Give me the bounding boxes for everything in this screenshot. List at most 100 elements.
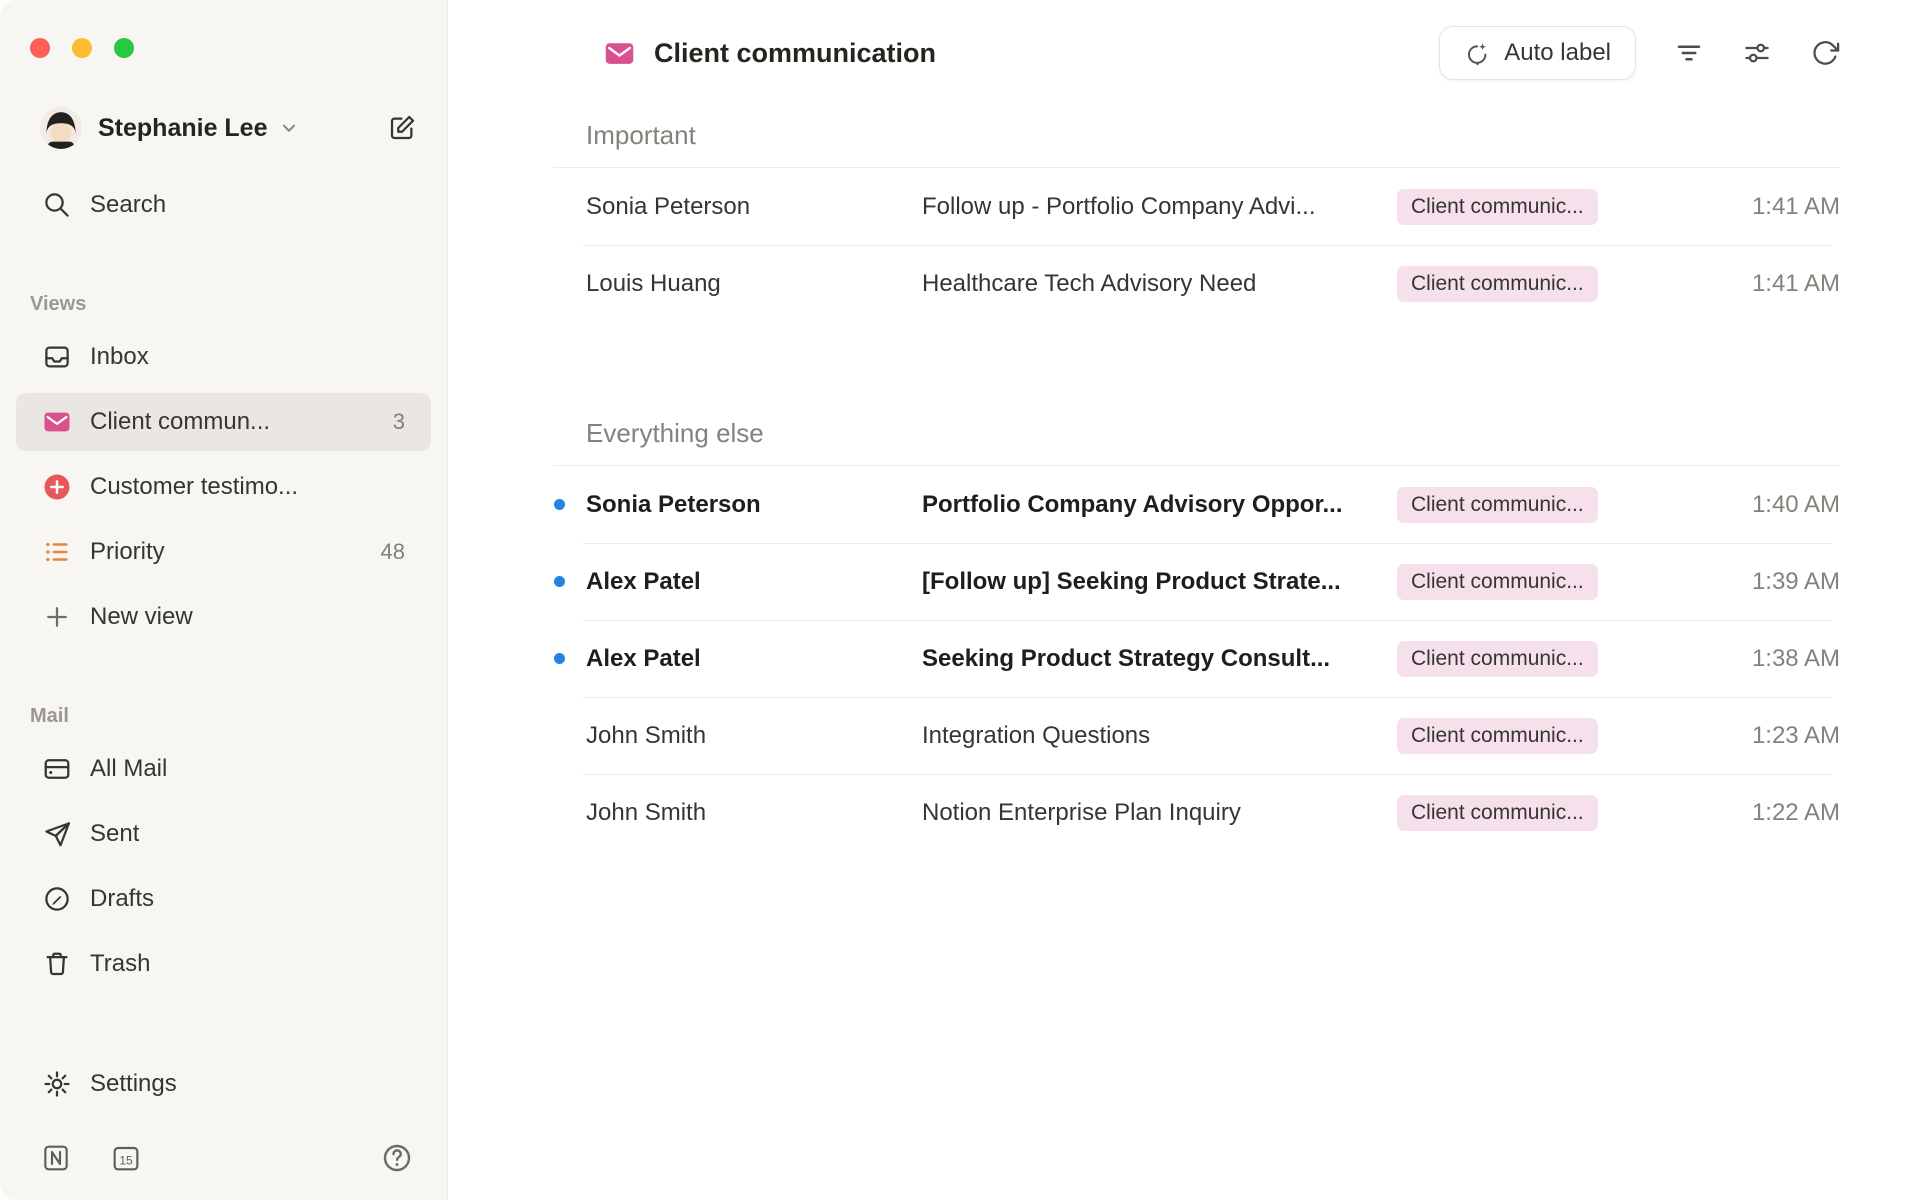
zoom-window-button[interactable] — [114, 38, 134, 58]
close-window-button[interactable] — [30, 38, 50, 58]
unread-dot — [554, 576, 565, 587]
trash-icon — [42, 949, 72, 979]
unread-dot — [554, 653, 565, 664]
email-row[interactable]: Alex Patel [Follow up] Seeking Product S… — [553, 543, 1840, 620]
email-subject: Notion Enterprise Plan Inquiry — [922, 799, 1397, 827]
priority-list-icon — [42, 537, 72, 567]
email-row[interactable]: Sonia Peterson Follow up - Portfolio Com… — [553, 168, 1840, 245]
display-settings-button[interactable] — [1742, 38, 1772, 68]
sidebar-item-drafts[interactable]: Drafts — [16, 870, 431, 928]
sidebar-item-trash[interactable]: Trash — [16, 935, 431, 993]
all-mail-icon — [42, 754, 72, 784]
label-badge[interactable]: Client communic... — [1397, 564, 1598, 600]
email-time: 1:41 AM — [1655, 270, 1840, 298]
email-row[interactable]: Sonia Peterson Portfolio Company Advisor… — [553, 466, 1840, 543]
sidebar-item-all-mail[interactable]: All Mail — [16, 740, 431, 798]
drafts-icon — [42, 884, 72, 914]
app-window: Stephanie Lee Search Views — [0, 0, 1920, 1200]
email-time: 1:22 AM — [1655, 799, 1840, 827]
email-row[interactable]: John Smith Integration Questions Client … — [553, 697, 1840, 774]
email-subject: [Follow up] Seeking Product Strate... — [922, 568, 1397, 596]
unread-dot — [554, 499, 565, 510]
email-subject: Seeking Product Strategy Consult... — [922, 645, 1397, 673]
label-badge[interactable]: Client communic... — [1397, 487, 1598, 523]
email-subject: Follow up - Portfolio Company Advi... — [922, 193, 1397, 221]
sidebar: Stephanie Lee Search Views — [0, 0, 448, 1200]
sidebar-item-client-communication[interactable]: Client commun... 3 — [16, 393, 431, 451]
sidebar-item-settings[interactable]: Settings — [16, 1055, 431, 1113]
email-sender: Alex Patel — [586, 645, 922, 673]
priority-count-badge: 48 — [369, 539, 405, 565]
email-time: 1:40 AM — [1655, 491, 1840, 519]
sidebar-item-inbox[interactable]: Inbox — [16, 328, 431, 386]
send-icon — [42, 819, 72, 849]
compose-button[interactable] — [383, 109, 421, 147]
chevron-down-icon — [278, 117, 300, 139]
filter-button[interactable] — [1674, 38, 1704, 68]
sidebar-item-label: Trash — [90, 950, 150, 978]
mail-icon — [603, 37, 636, 70]
notion-logo-icon[interactable] — [40, 1142, 72, 1174]
unread-count-badge: 3 — [381, 409, 405, 435]
label-badge[interactable]: Client communic... — [1397, 641, 1598, 677]
sidebar-item-label: New view — [90, 603, 193, 631]
email-sender: Sonia Peterson — [586, 491, 922, 519]
sidebar-section-views: Views — [30, 293, 431, 316]
mail-list-panel: Client communication Auto label — [448, 0, 1920, 1200]
page-title: Client communication — [654, 38, 936, 69]
sidebar-section-mail: Mail — [30, 705, 431, 728]
view-header: Client communication Auto label — [553, 26, 1840, 80]
unread-indicator — [553, 653, 586, 664]
email-time: 1:41 AM — [1655, 193, 1840, 221]
unread-indicator — [553, 499, 586, 510]
filter-lines-icon — [1674, 38, 1704, 68]
sidebar-item-search[interactable]: Search — [16, 176, 431, 234]
svg-text:15: 15 — [119, 1154, 133, 1168]
section-title: Important — [586, 120, 1840, 151]
email-time: 1:39 AM — [1655, 568, 1840, 596]
sidebar-item-new-view[interactable]: New view — [16, 588, 431, 646]
email-section-important: Important Sonia Peterson Follow up - Por… — [553, 80, 1840, 322]
email-subject: Portfolio Company Advisory Oppor... — [922, 491, 1397, 519]
refresh-icon — [1810, 38, 1840, 68]
auto-label-button[interactable]: Auto label — [1439, 26, 1636, 80]
sidebar-item-label: Settings — [90, 1070, 177, 1098]
sidebar-item-label: Sent — [90, 820, 139, 848]
unread-indicator — [553, 576, 586, 587]
sidebar-item-label: Inbox — [90, 343, 149, 371]
sidebar-item-label: Drafts — [90, 885, 154, 913]
sidebar-item-sent[interactable]: Sent — [16, 805, 431, 863]
inbox-icon — [42, 342, 72, 372]
gear-icon — [42, 1069, 72, 1099]
account-switcher[interactable]: Stephanie Lee — [16, 100, 431, 156]
calendar-icon[interactable]: 15 — [110, 1142, 142, 1174]
sidebar-item-label: Client commun... — [90, 408, 270, 436]
label-badge[interactable]: Client communic... — [1397, 795, 1598, 831]
user-name: Stephanie Lee — [98, 114, 268, 143]
sidebar-item-label: Priority — [90, 538, 165, 566]
email-section-everything-else: Everything else Sonia Peterson Portfolio… — [553, 322, 1840, 851]
window-controls — [16, 0, 431, 58]
email-sender: Sonia Peterson — [586, 193, 922, 221]
label-badge[interactable]: Client communic... — [1397, 189, 1598, 225]
email-sender: Alex Patel — [586, 568, 922, 596]
email-row[interactable]: Alex Patel Seeking Product Strategy Cons… — [553, 620, 1840, 697]
label-badge[interactable]: Client communic... — [1397, 718, 1598, 754]
plus-circle-icon — [42, 472, 72, 502]
section-title: Everything else — [586, 418, 1840, 449]
sidebar-footer: 15 — [16, 1120, 431, 1200]
refresh-button[interactable] — [1810, 38, 1840, 68]
label-badge[interactable]: Client communic... — [1397, 266, 1598, 302]
email-time: 1:38 AM — [1655, 645, 1840, 673]
email-row[interactable]: Louis Huang Healthcare Tech Advisory Nee… — [553, 245, 1840, 322]
help-icon[interactable] — [381, 1142, 413, 1174]
sidebar-item-priority[interactable]: Priority 48 — [16, 523, 431, 581]
email-row[interactable]: John Smith Notion Enterprise Plan Inquir… — [553, 774, 1840, 851]
sidebar-item-customer-testimonials[interactable]: Customer testimo... — [16, 458, 431, 516]
sidebar-item-label: All Mail — [90, 755, 167, 783]
sidebar-bottom: Settings 15 — [16, 1055, 431, 1200]
email-sender: John Smith — [586, 722, 922, 750]
minimize-window-button[interactable] — [72, 38, 92, 58]
sidebar-item-label: Customer testimo... — [90, 473, 298, 501]
mail-icon — [42, 407, 72, 437]
